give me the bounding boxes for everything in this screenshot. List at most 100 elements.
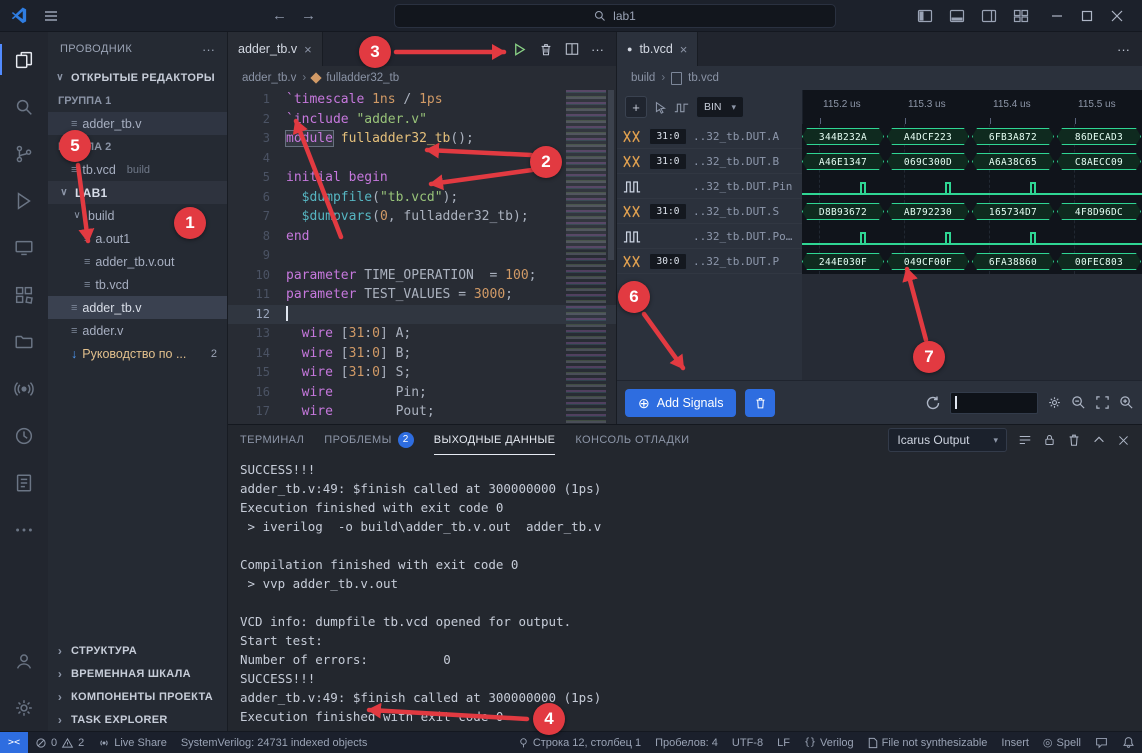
close-icon[interactable]: × — [680, 42, 688, 57]
lock-scroll-icon[interactable] — [1043, 433, 1056, 447]
tab-adder-tb-v[interactable]: adder_tb.v × — [228, 32, 323, 66]
zoom-out-icon[interactable] — [1071, 395, 1086, 410]
eol-status[interactable]: LF — [770, 737, 797, 749]
signal-name-row[interactable]: 0..32_tb.DUT.Pout — [617, 224, 802, 249]
code-line[interactable]: 2`include "adder.v" — [228, 110, 616, 130]
synthesis-status[interactable]: File not synthesizable — [861, 737, 995, 749]
waveform-row[interactable]: A46E1347069C300DA6A38C65C8AECC09 — [802, 149, 1142, 174]
code-line[interactable]: 12 — [228, 305, 616, 325]
code-line[interactable]: 14 wire [31:0] B; — [228, 344, 616, 364]
breadcrumb-folder[interactable]: build — [631, 72, 655, 84]
activity-live-share[interactable] — [0, 365, 48, 412]
systemverilog-status[interactable]: SystemVerilog: 24731 indexed objects — [174, 732, 375, 753]
maximize-button[interactable] — [1072, 2, 1102, 30]
wave-search-input[interactable] — [950, 392, 1038, 414]
toggle-secondary-sidebar-icon[interactable] — [978, 5, 1000, 27]
feedback-icon[interactable] — [1088, 736, 1115, 749]
tree-item[interactable]: ≡adder.v — [48, 319, 227, 342]
tree-item[interactable]: ∨build — [48, 204, 227, 227]
code-line[interactable]: 16 wire Pin; — [228, 383, 616, 403]
trash-icon[interactable] — [539, 42, 553, 57]
cursor-position-status[interactable]: Строка 12, столбец 1 — [511, 737, 648, 749]
tree-item[interactable]: ≡a.out1 — [48, 227, 227, 250]
refresh-icon[interactable] — [925, 395, 941, 411]
insert-mode-status[interactable]: Insert — [994, 737, 1036, 749]
add-signals-button[interactable]: ⊕ Add Signals — [625, 389, 736, 417]
terminal-output[interactable]: SUCCESS!!!adder_tb.v:49: $finish called … — [228, 455, 1142, 731]
bell-icon[interactable] — [1115, 736, 1142, 749]
close-icon[interactable]: × — [304, 42, 312, 57]
run-button[interactable] — [512, 42, 527, 57]
tree-item[interactable]: ↓Руководство по ...2 — [48, 342, 227, 365]
plus-button[interactable]: + — [625, 96, 647, 118]
tree-item[interactable]: ≡adder_tb.v.out — [48, 250, 227, 273]
code-line[interactable]: 1`timescale 1ns / 1ps — [228, 90, 616, 110]
scrollbar-thumb[interactable] — [608, 90, 614, 260]
activity-project-manager[interactable] — [0, 318, 48, 365]
open-editors-header[interactable]: ∨ ОТКРЫТЫЕ РЕДАКТОРЫ — [48, 66, 227, 89]
waveform-row[interactable] — [802, 174, 1142, 199]
sidebar-more-icon[interactable]: ··· — [202, 42, 215, 57]
activity-source-control[interactable] — [0, 130, 48, 177]
code-line[interactable]: 10parameter TIME_OPERATION = 100; — [228, 266, 616, 286]
waveform-area[interactable]: 344B232AA4DCF2236FB3A87286DECAD3A46E1347… — [802, 124, 1142, 274]
breadcrumb-symbol[interactable]: fulladder32_tb — [326, 72, 399, 84]
section-timeline[interactable]: ›ВРЕМЕННАЯ ШКАЛА — [48, 662, 227, 685]
word-wrap-icon[interactable] — [1018, 433, 1032, 447]
breadcrumb-file[interactable]: tb.vcd — [688, 72, 719, 84]
tab-tb-vcd[interactable]: ● tb.vcd × — [617, 32, 698, 66]
section-outline[interactable]: ›СТРУКТУРА — [48, 639, 227, 662]
tree-item[interactable]: ≡adder_tb.v — [48, 296, 227, 319]
more-actions-icon[interactable]: ··· — [591, 42, 604, 57]
tree-item[interactable]: ≡adder_tb.v — [48, 112, 227, 135]
breadcrumb[interactable]: adder_tb.v › fulladder32_tb — [228, 66, 616, 90]
activity-more[interactable] — [0, 506, 48, 553]
delete-signals-button[interactable] — [745, 389, 775, 417]
tree-item[interactable]: ≡tb.vcd — [48, 273, 227, 296]
problems-status[interactable]: 0 2 — [28, 732, 91, 753]
activity-history[interactable] — [0, 412, 48, 459]
split-editor-icon[interactable] — [565, 42, 579, 56]
code-line[interactable]: 15 wire [31:0] S; — [228, 363, 616, 383]
activity-search[interactable] — [0, 83, 48, 130]
nav-back-button[interactable]: ← — [272, 7, 287, 24]
panel-tab[interactable]: ВЫХОДНЫЕ ДАННЫЕ — [434, 425, 556, 455]
code-line[interactable]: 13 wire [31:0] A; — [228, 324, 616, 344]
menu-icon[interactable] — [40, 5, 62, 27]
breadcrumb-file[interactable]: adder_tb.v — [242, 72, 296, 84]
code-line[interactable]: 7 $dumpvars(0, fulladder32_tb); — [228, 207, 616, 227]
encoding-status[interactable]: UTF-8 — [725, 737, 770, 749]
activity-run-debug[interactable] — [0, 177, 48, 224]
tree-item[interactable]: ≡tb.vcdbuild — [48, 158, 227, 181]
code-line[interactable]: 6 $dumpfile("tb.vcd"); — [228, 188, 616, 208]
waveform-row[interactable]: 344B232AA4DCF2236FB3A87286DECAD3 — [802, 124, 1142, 149]
language-status[interactable]: {} Verilog — [797, 737, 861, 749]
signal-name-row[interactable]: 30:0..32_tb.DUT.P — [617, 249, 802, 274]
code-line[interactable]: 4 — [228, 149, 616, 169]
toggle-sidebar-icon[interactable] — [914, 5, 936, 27]
panel-tab[interactable]: ПРОБЛЕМЫ2 — [324, 425, 413, 455]
activity-notebook[interactable] — [0, 459, 48, 506]
remote-indicator[interactable]: >< — [0, 732, 28, 753]
signal-name-row[interactable]: 31:0..32_tb.DUT.S — [617, 199, 802, 224]
waveform-row[interactable] — [802, 224, 1142, 249]
more-actions-icon[interactable]: ··· — [1117, 42, 1130, 57]
zoom-in-icon[interactable] — [1119, 395, 1134, 410]
section-project-components[interactable]: ›КОМПОНЕНТЫ ПРОЕКТА — [48, 685, 227, 708]
breadcrumb[interactable]: build › tb.vcd — [617, 66, 1142, 90]
code-line[interactable]: 8end — [228, 227, 616, 247]
panel-tab[interactable]: КОНСОЛЬ ОТЛАДКИ — [575, 425, 689, 455]
minimap[interactable] — [566, 90, 606, 424]
code-line[interactable]: 11parameter TEST_VALUES = 3000; — [228, 285, 616, 305]
indentation-status[interactable]: Пробелов: 4 — [648, 737, 725, 749]
code-line[interactable]: 3module fulladder32_tb(); — [228, 129, 616, 149]
settings-gear-icon[interactable] — [0, 684, 48, 731]
minimize-button[interactable] — [1042, 2, 1072, 30]
maximize-panel-icon[interactable] — [1092, 433, 1106, 447]
clear-output-icon[interactable] — [1067, 433, 1081, 447]
signal-name-row[interactable]: 0..32_tb.DUT.Pin — [617, 174, 802, 199]
editor-scrollbar[interactable] — [606, 90, 616, 424]
code-line[interactable]: 17 wire Pout; — [228, 402, 616, 422]
waveform-row[interactable]: 244E030F049CF00F6FA3886000FEC803 — [802, 249, 1142, 274]
account-icon[interactable] — [0, 637, 48, 684]
